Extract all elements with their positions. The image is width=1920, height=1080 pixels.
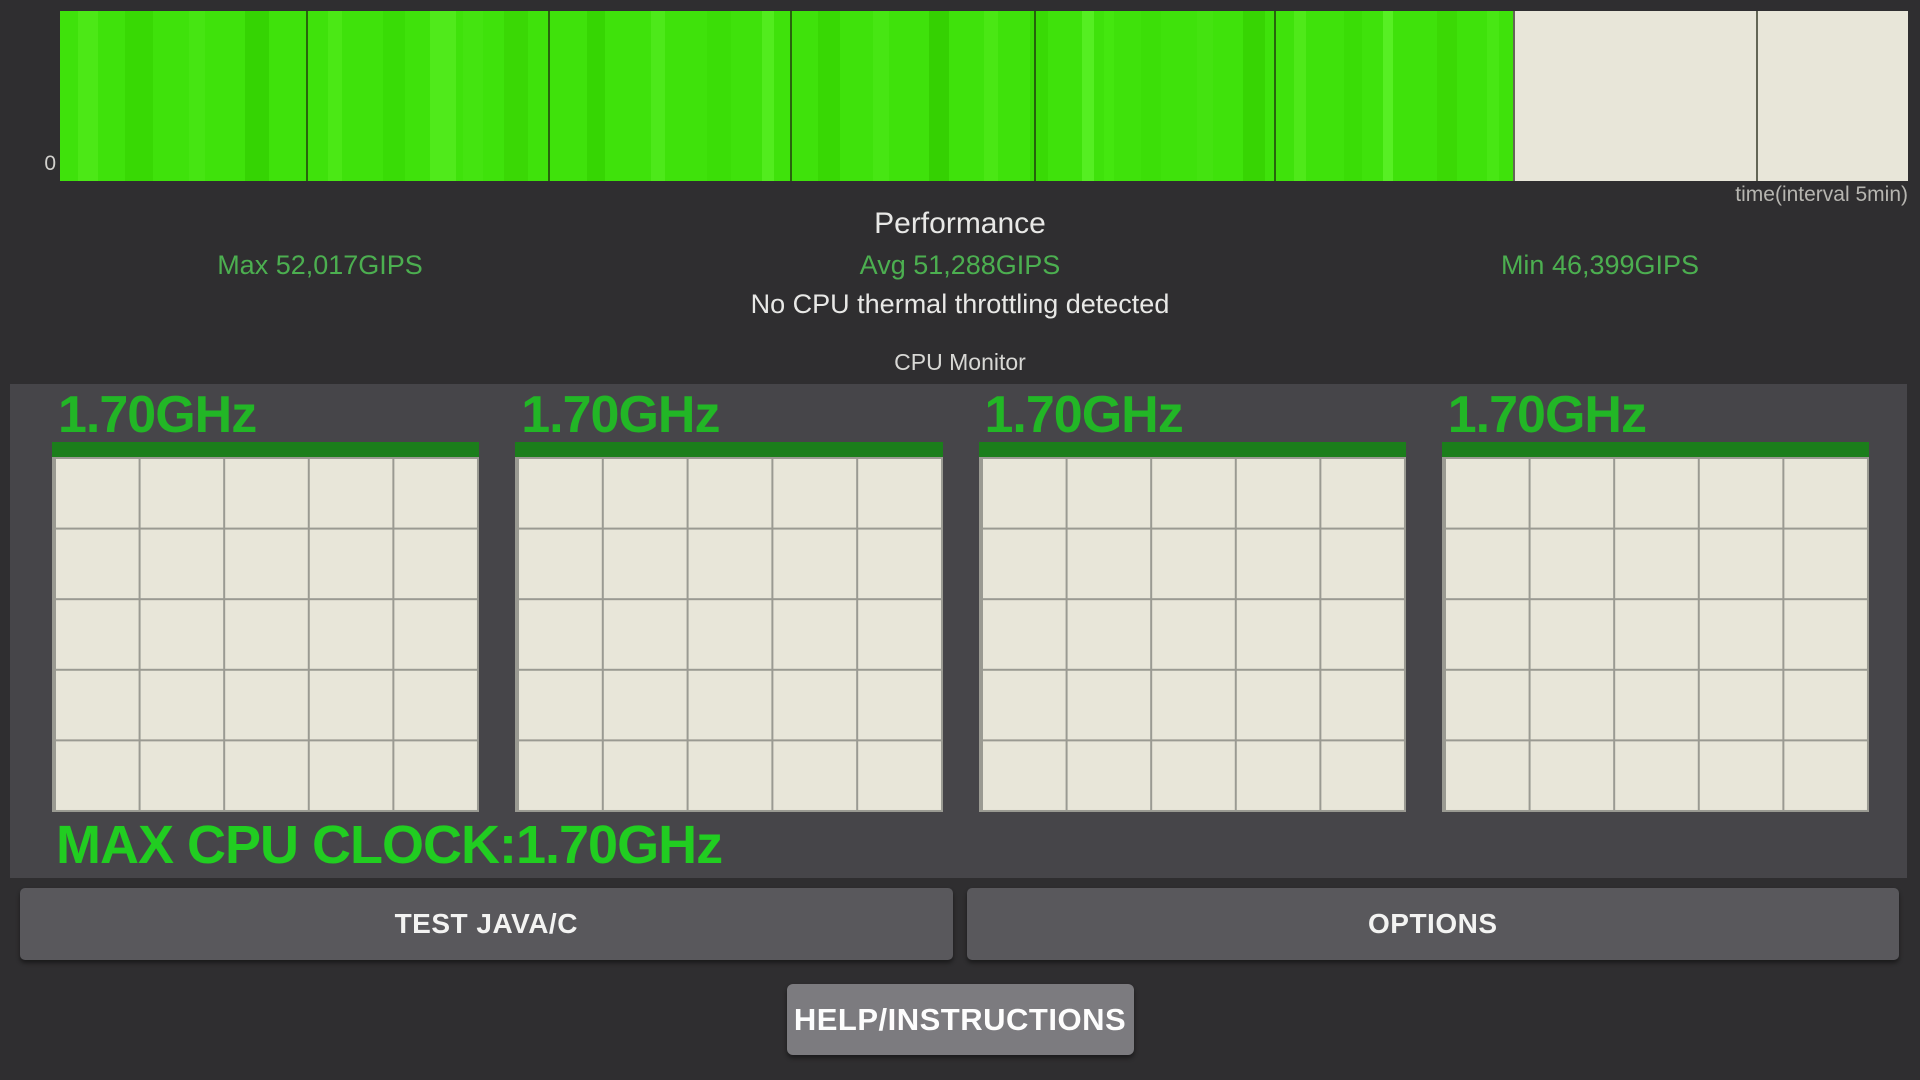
cpu-core-3: 1.70GHz <box>1442 389 1869 812</box>
performance-bar-stripe <box>1294 11 1306 181</box>
performance-history-chart <box>60 11 1908 181</box>
performance-bar-stripe <box>383 11 405 181</box>
options-button[interactable]: OPTIONS <box>967 888 1900 960</box>
core-2-frequency: 1.70GHz <box>979 389 1406 441</box>
core-1-history-grid <box>515 457 942 812</box>
action-buttons-row: TEST JAVA/C OPTIONS <box>20 888 1899 960</box>
performance-bar-stripe <box>125 11 153 181</box>
performance-bar-stripe <box>1487 11 1499 181</box>
performance-bar-stripe <box>1437 11 1457 181</box>
performance-bar-stripe <box>873 11 889 181</box>
core-3-frequency: 1.70GHz <box>1442 389 1869 441</box>
performance-bar-stripe <box>1344 11 1362 181</box>
time-interval-divider <box>1756 11 1758 181</box>
core-3-load-bar <box>1442 442 1869 457</box>
min-gips-value: Min 46,399GIPS <box>1280 250 1920 281</box>
performance-bar-stripe <box>1082 11 1094 181</box>
performance-bar-stripe <box>245 11 269 181</box>
cpu-benchmark-app-screen: 0 time(interval 5min) Performance Max 52… <box>0 0 1920 1080</box>
performance-bar-stripe <box>504 11 528 181</box>
performance-bar-stripe <box>1243 11 1265 181</box>
performance-bar-stripe <box>1030 11 1048 181</box>
performance-bar-stripe <box>1383 11 1393 181</box>
cpu-core-2: 1.70GHz <box>979 389 1406 812</box>
core-2-history-grid <box>979 457 1406 812</box>
core-1-frequency: 1.70GHz <box>515 389 942 441</box>
cpu-cores-row: 1.70GHz 1.70GHz 1.70GHz 1.70GHz <box>52 389 1869 812</box>
time-interval-divider <box>1034 11 1036 181</box>
cpu-monitor-title: CPU Monitor <box>0 349 1920 376</box>
max-gips-value: Max 52,017GIPS <box>0 250 640 281</box>
performance-bar-stripe <box>762 11 774 181</box>
performance-bar-stripe <box>587 11 605 181</box>
time-interval-divider <box>306 11 308 181</box>
help-instructions-button[interactable]: HELP/INSTRUCTIONS <box>787 984 1134 1055</box>
avg-gips-value: Avg 51,288GIPS <box>640 250 1280 281</box>
x-axis-time-label: time(interval 5min) <box>1735 183 1908 207</box>
core-3-history-grid <box>1442 457 1869 812</box>
performance-bar-stripe <box>818 11 840 181</box>
max-cpu-clock-label: MAX CPU CLOCK:1.70GHz <box>56 818 1869 872</box>
thermal-throttling-status: No CPU thermal throttling detected <box>0 289 1920 320</box>
core-0-frequency: 1.70GHz <box>52 389 479 441</box>
performance-title: Performance <box>0 207 1920 241</box>
test-java-c-button[interactable]: TEST JAVA/C <box>20 888 953 960</box>
performance-bar-stripe <box>78 11 98 181</box>
performance-bar-stripe <box>984 11 998 181</box>
time-interval-divider <box>790 11 792 181</box>
performance-bar-stripe <box>463 11 483 181</box>
core-0-history-grid <box>52 457 479 812</box>
performance-bar-stripe <box>651 11 665 181</box>
time-interval-divider <box>548 11 550 181</box>
performance-bars-filled-region <box>60 11 1513 181</box>
performance-bar-stripe <box>1141 11 1161 181</box>
performance-stats-row: Max 52,017GIPS Avg 51,288GIPS Min 46,399… <box>0 250 1920 281</box>
performance-bar-stripe <box>189 11 205 181</box>
performance-bar-stripe <box>707 11 731 181</box>
time-interval-divider <box>1274 11 1276 181</box>
cpu-core-1: 1.70GHz <box>515 389 942 812</box>
time-interval-divider <box>1513 11 1515 181</box>
help-button-row: HELP/INSTRUCTIONS <box>0 984 1920 1056</box>
y-axis-zero-label: 0 <box>36 152 56 176</box>
performance-bar-stripe <box>430 11 456 181</box>
cpu-monitor-panel: 1.70GHz 1.70GHz 1.70GHz 1.70GHz MAX CPU … <box>10 384 1907 878</box>
performance-bar-stripe <box>1104 11 1114 181</box>
performance-bar-stripe <box>1197 11 1213 181</box>
performance-bar-stripe <box>929 11 949 181</box>
core-2-load-bar <box>979 442 1406 457</box>
cpu-core-0: 1.70GHz <box>52 389 479 812</box>
core-0-load-bar <box>52 442 479 457</box>
core-1-load-bar <box>515 442 942 457</box>
performance-bar-stripe <box>328 11 342 181</box>
